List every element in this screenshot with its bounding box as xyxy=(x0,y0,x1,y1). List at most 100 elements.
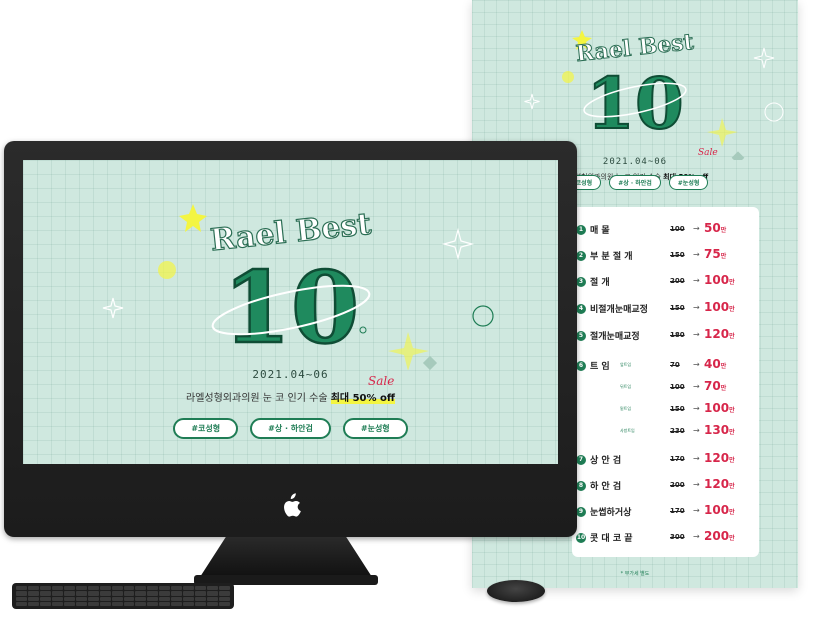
row-number-badge: 3 xyxy=(576,277,586,287)
arrow-icon: → xyxy=(693,426,700,435)
original-price: 230 xyxy=(670,427,685,435)
procedure-name: 상 안 검 xyxy=(590,456,622,466)
banner-tag[interactable]: #상 · 하안검 xyxy=(250,418,331,439)
row-number-badge: 7 xyxy=(576,455,586,465)
sale-price: 130만 xyxy=(704,423,735,437)
price-row: 3 절 개 200 → 100만 xyxy=(572,273,759,293)
price-unit: 만 xyxy=(729,429,735,436)
procedure-subtype: 밑트임 xyxy=(620,406,632,411)
poster-tag[interactable]: #상 · 하안검 xyxy=(609,175,661,190)
price-unit: 만 xyxy=(720,227,727,234)
arrow-icon: → xyxy=(693,303,700,312)
sale-price-value: 100 xyxy=(704,273,730,287)
monitor-stand xyxy=(200,537,372,577)
poster-title-graphic: Rael Best 10 xyxy=(524,28,784,160)
price-row: 6 트 임 앞트임 70 → 40만 xyxy=(572,357,759,377)
original-price: 70 xyxy=(670,361,680,369)
price-row: 7 상 안 검 170 → 120만 xyxy=(572,451,759,471)
banner-title-graphic: Rael Best 10 xyxy=(102,204,494,370)
price-unit: 만 xyxy=(729,333,735,340)
mockup-stage: Rael Best 10 2021.04~06 Sale 라엘성형외과의원 눈 … xyxy=(0,0,836,624)
arrow-icon: → xyxy=(693,454,700,463)
price-row: 5 절개눈매교정 180 → 120만 xyxy=(572,327,759,347)
sale-price: 70만 xyxy=(704,379,726,393)
keyboard xyxy=(12,583,234,609)
sale-price-value: 120 xyxy=(704,451,730,465)
price-unit: 만 xyxy=(729,509,735,516)
price-unit: 만 xyxy=(720,363,727,370)
sale-price: 50만 xyxy=(704,221,726,235)
row-number-badge: 4 xyxy=(576,304,586,314)
procedure-subtype: 사방트임 xyxy=(620,428,635,433)
original-price: 150 xyxy=(670,304,685,312)
procedure-name: 절개눈매교정 xyxy=(590,332,640,342)
banner-tag[interactable]: #눈성형 xyxy=(342,418,408,439)
mouse xyxy=(487,580,545,602)
poster-ring-decor xyxy=(764,102,784,122)
price-row: 9 눈썹하거상 170 → 100만 xyxy=(572,503,759,523)
original-price: 100 xyxy=(670,383,685,391)
original-price: 170 xyxy=(670,507,685,515)
sale-price-value: 120 xyxy=(704,477,730,491)
row-number-badge: 10 xyxy=(576,533,586,543)
poster-footer-note: * 부가세 별도 xyxy=(620,571,650,577)
price-list-card: 1 매 몰 100 → 50만 2 부 분 절 개 150 → 75만 3 절 … xyxy=(572,207,759,557)
sale-price-value: 40 xyxy=(704,357,721,371)
sale-price-value: 100 xyxy=(704,401,730,415)
original-price: 200 xyxy=(670,277,685,285)
banner-tag-list: #코성형 #상 · 하안검 #눈성형 xyxy=(23,418,558,439)
arrow-icon: → xyxy=(693,360,700,369)
poster-tag[interactable]: #눈성형 xyxy=(668,175,709,190)
price-row: 8 하 안 검 200 → 120만 xyxy=(572,477,759,497)
sale-price: 120만 xyxy=(704,477,735,491)
price-row: 1 매 몰 100 → 50만 xyxy=(572,221,759,241)
sale-price: 100만 xyxy=(704,300,735,314)
arrow-icon: → xyxy=(693,532,700,541)
row-number-badge: 5 xyxy=(576,331,586,341)
banner-sparkle-icon xyxy=(179,204,207,232)
sale-price: 75만 xyxy=(704,247,726,261)
sale-price: 200만 xyxy=(704,529,735,543)
price-unit: 만 xyxy=(720,385,727,392)
procedure-name: 하 안 검 xyxy=(590,482,622,492)
price-row: 사방트임 230 → 130만 xyxy=(572,423,759,443)
banner-stripe-circle-decor xyxy=(472,305,494,327)
banner-sale-word: Sale xyxy=(368,374,395,388)
price-unit: 만 xyxy=(729,457,735,464)
procedure-name: 비절개눈매교정 xyxy=(590,305,648,315)
poster-sale-word: Sale xyxy=(698,148,718,158)
price-unit: 만 xyxy=(729,483,735,490)
sale-price-value: 50 xyxy=(704,221,721,235)
arrow-icon: → xyxy=(693,276,700,285)
sale-price-value: 130 xyxy=(704,423,730,437)
sale-price-value: 200 xyxy=(704,529,730,543)
procedure-subtype: 뒤트임 xyxy=(620,384,632,389)
procedure-name: 부 분 절 개 xyxy=(590,252,633,262)
price-row: 10 콧 대 코 끝 300 → 200만 xyxy=(572,529,759,549)
procedure-name: 콧 대 코 끝 xyxy=(590,534,633,544)
banner-subtitle-highlight: 최대 50% off xyxy=(330,393,395,404)
procedure-subtype: 앞트임 xyxy=(620,362,632,367)
imac-monitor: Rael Best 10 2021.04~06 Sale 라엘성형외과의원 눈 … xyxy=(4,141,577,537)
price-unit: 만 xyxy=(720,253,727,260)
row-number-badge: 1 xyxy=(576,225,586,235)
banner-tag[interactable]: #코성형 xyxy=(173,418,239,439)
price-unit: 만 xyxy=(729,306,735,313)
sale-price-value: 70 xyxy=(704,379,721,393)
price-row: 4 비절개눈매교정 150 → 100만 xyxy=(572,300,759,320)
sale-price: 100만 xyxy=(704,273,735,287)
price-unit: 만 xyxy=(729,535,735,542)
procedure-name: 매 몰 xyxy=(590,226,610,236)
sale-price: 40만 xyxy=(704,357,726,371)
sale-price-value: 100 xyxy=(704,503,730,517)
procedure-name: 절 개 xyxy=(590,278,610,288)
arrow-icon: → xyxy=(693,330,700,339)
sale-price: 120만 xyxy=(704,451,735,465)
row-number-badge: 2 xyxy=(576,251,586,261)
sale-price: 100만 xyxy=(704,503,735,517)
banner-subtitle-plain: 라엘성형외과의원 눈 코 인기 수술 xyxy=(186,393,328,404)
banner-subtitle: 라엘성형외과의원 눈 코 인기 수술 최대 50% off xyxy=(23,389,558,404)
price-unit: 만 xyxy=(729,407,735,414)
arrow-icon: → xyxy=(693,250,700,259)
monitor-screen-banner: Rael Best 10 2021.04~06 Sale 라엘성형외과의원 눈 … xyxy=(23,160,558,464)
